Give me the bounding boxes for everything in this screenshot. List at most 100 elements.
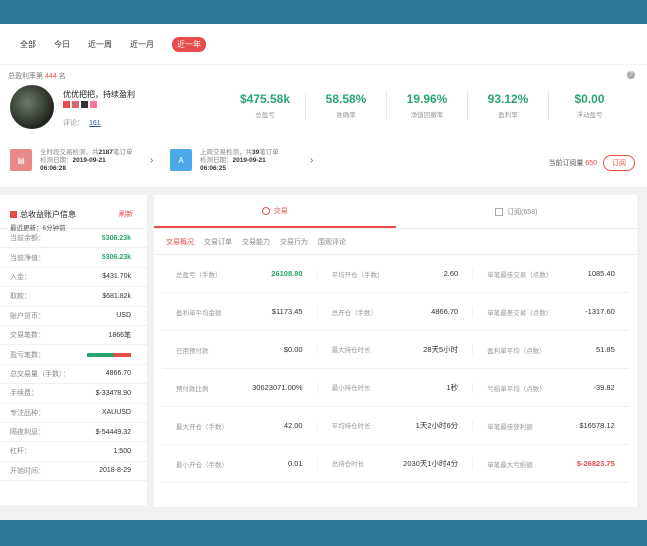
metric-row: 预付款比例 30623071.00% 最小持仓时长 1秒 亏损单平均（点数） -39.82 (162, 369, 629, 407)
metric-cell: 盈利单平均金额 $1173.45 (162, 306, 318, 317)
account-row-value: $-54449.32 (95, 428, 131, 436)
account-row: 盈亏笔数： (0, 345, 147, 365)
metric-value: -1317.60 (585, 306, 615, 316)
account-row-value: $431.70k (102, 273, 131, 281)
account-row: 入金： $431.70k (0, 268, 147, 288)
account-row-label: 当前余额： (10, 235, 45, 243)
account-row: 取款： $681.82k (0, 287, 147, 307)
metric-label: 单笔最差交易（点数） (487, 309, 553, 317)
account-row-label: 当前净值： (10, 254, 45, 262)
last-updated: 最近更新：6分钟前 (10, 225, 66, 232)
badge-icon (90, 101, 97, 108)
filter-month[interactable]: 近一月 (130, 39, 154, 50)
account-row: 当前净值： 5306.23k (0, 248, 147, 268)
metric-cell: 亏损单平均（点数） -39.82 (473, 383, 629, 393)
metric-value: 2.60 (443, 268, 459, 278)
metric-row: 盈利单平均金额 $1173.45 总开仓（手数） 4866.70 单笔最差交易（点数） -… (162, 293, 629, 331)
metric-cell: 总盈亏（手数） 26108.80 (162, 268, 318, 279)
account-row-label: 入金： (10, 273, 31, 281)
stats-summary: $475.58k 总盈亏 58.58% 准确率 19.96% 净值回撤率 93.12%… (225, 92, 630, 119)
subtab-overview[interactable]: 交易概况 (166, 237, 194, 247)
account-row: 开始时间： 2018-8-29 (0, 462, 147, 482)
subscribe-button[interactable]: 订阅 (603, 155, 635, 171)
subtab-behavior[interactable]: 交易行为 (280, 237, 308, 247)
subtab-orders[interactable]: 交易订单 (204, 237, 232, 247)
account-row-value: 5306.23k (101, 234, 131, 242)
stat-accuracy: 58.58% 准确率 (306, 92, 387, 119)
metric-value: 2030天1小时4分 (403, 459, 459, 468)
account-icon (10, 211, 17, 218)
metric-cell: 单笔最佳交易（点数） 1085.40 (473, 269, 629, 279)
filter-all[interactable]: 全部 (20, 39, 36, 50)
avatar[interactable] (10, 85, 54, 129)
metric-cell: 平均持仓时长 1天2小时6分 (318, 420, 474, 431)
metric-label: 总开仓（手数） (331, 309, 378, 317)
comment-count: 评论： 161 (63, 120, 101, 127)
metric-cell: 平均开仓（手数） 2.60 (318, 268, 474, 279)
account-row-label: 杠杆： (10, 448, 31, 456)
account-row-value: XAUUSD (101, 409, 131, 417)
account-row-label: 手续费： (10, 390, 38, 398)
subscription-count: 当前订阅量 650 (548, 160, 597, 167)
metric-value: 1秒 (446, 383, 459, 392)
win-loss-bar (87, 352, 131, 357)
metric-label: 亏损单平均（点数） (487, 385, 546, 393)
comment-link[interactable]: 161 (89, 120, 101, 127)
metric-value: 42.00 (283, 420, 303, 430)
account-row: 隔夜利息： $-54449.32 (0, 423, 147, 443)
subscription-area: 当前订阅量 650 订阅 (548, 155, 635, 171)
badge-group (63, 101, 97, 108)
metric-value: $1173.45 (271, 306, 303, 316)
report-all-time[interactable]: ▤ 全时段交易检测，共2187笔订单 检测日期：2019-09-21 06:06:2… (10, 149, 153, 173)
filter-year[interactable]: 近一年 (172, 36, 206, 52)
account-row-label: 取款： (10, 293, 31, 301)
account-row: 杠杆： 1:500 (0, 442, 147, 462)
metric-label: 盈利单平均（点数） (487, 347, 546, 355)
metric-row: 最大开仓（手数） 42.00 平均持仓时长 1天2小时6分 单笔最佳获利额 $16578.… (162, 407, 629, 445)
account-row-value: 1:500 (113, 447, 131, 455)
metric-label: 总盈亏（手数） (176, 271, 222, 279)
metric-cell: 单笔最大亏损额 $-26823.75 (473, 459, 629, 469)
account-row-label: 隔夜利息： (10, 429, 45, 437)
chevron-right-icon: › (310, 155, 314, 166)
stat-floating-pnl: $0.00 浮动盈亏 (574, 92, 605, 119)
account-row-value: 4866.70 (105, 370, 131, 378)
help-icon[interactable]: ? (627, 71, 635, 79)
metric-label: 最大开仓（手数） (176, 423, 228, 431)
metric-row: 已用预付款 $0.00 最大持仓时长 28天5小时 盈利单平均（点数） 51.85 (162, 331, 629, 369)
account-row-label: 开始时间： (10, 467, 45, 475)
trader-name: 优优把把，持续盈利 (63, 90, 135, 99)
stat-profit-rate: 93.12% 盈利率 (468, 92, 549, 119)
filter-today[interactable]: 今日 (54, 39, 70, 50)
metric-label: 平均开仓（手数） (331, 271, 384, 279)
trade-icon (261, 206, 270, 215)
subtab-ability[interactable]: 交易能力 (242, 237, 270, 247)
metric-label: 最小开仓（手数） (176, 461, 228, 469)
metric-value: $16578.12 (579, 420, 615, 430)
metric-label: 盈利单平均金额 (176, 309, 222, 317)
badge-icon (63, 101, 70, 108)
badge-icon (81, 101, 88, 108)
tab-subscriptions[interactable]: 订阅(658) (396, 195, 638, 228)
metrics-grid: 总盈亏（手数） 26108.80 平均开仓（手数） 2.60 单笔最佳交易（点数） 108… (154, 255, 637, 483)
metric-cell: 最大开仓（手数） 42.00 (162, 420, 318, 431)
rank-text: 总盈利率第 444 名 (8, 73, 66, 80)
refresh-button[interactable]: 刷新 (119, 209, 133, 219)
metric-label: 平均持仓时长 (331, 423, 371, 430)
metric-cell: 盈利单平均（点数） 51.85 (473, 345, 629, 355)
subscription-icon (495, 207, 504, 216)
metric-label: 单笔最佳交易（点数） (487, 271, 553, 279)
metric-label: 已用预付款 (176, 347, 209, 355)
metric-cell: 最大持仓时长 28天5小时 (318, 344, 474, 355)
metric-value: 51.85 (596, 344, 615, 354)
metric-cell: 总开仓（手数） 4866.70 (318, 306, 474, 317)
subtab-comments[interactable]: 围观评论 (318, 237, 346, 247)
filter-week[interactable]: 近一周 (88, 39, 112, 50)
metric-row: 最小开仓（手数） 0.01 总持仓时长 2030天1小时4分 单笔最大亏损额 $-2682… (162, 445, 629, 483)
report-last-week[interactable]: A 上周交易检测，共39笔订单 检测日期：2019-09-21 06:06:25 › (170, 149, 313, 173)
account-row: 总交易量（手数）： 4866.70 (0, 365, 147, 385)
account-row-label: 专注品种： (10, 409, 45, 417)
account-row: 账户货币： USD (0, 307, 147, 326)
tab-trades[interactable]: 交易 (154, 195, 396, 228)
metric-value: -39.82 (593, 382, 615, 392)
